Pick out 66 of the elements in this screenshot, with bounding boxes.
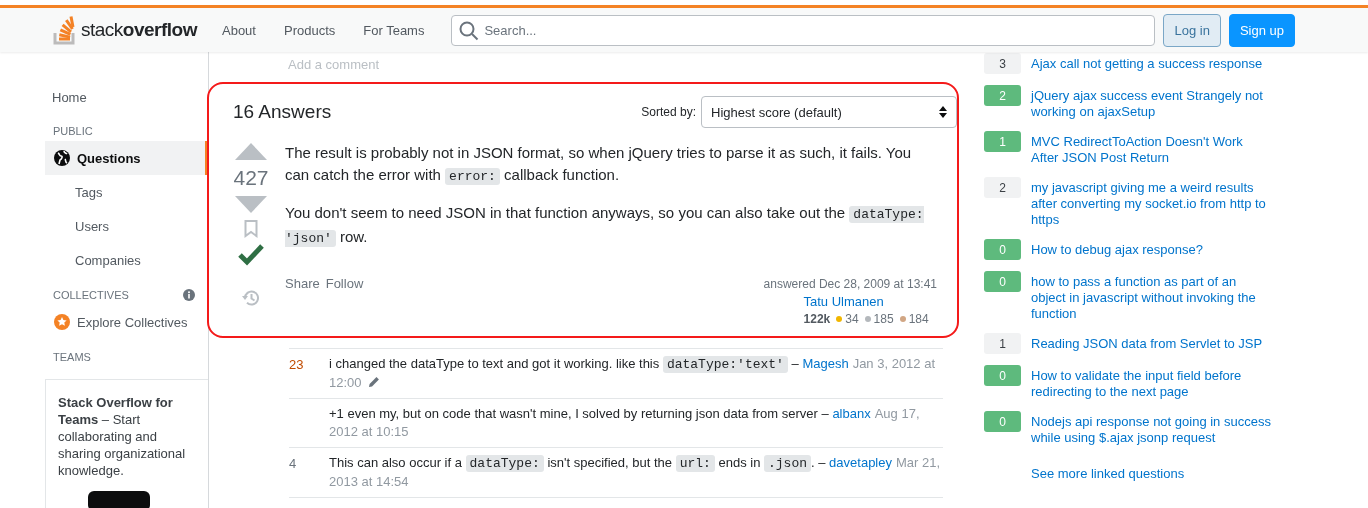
answer-count-badge: 0	[984, 411, 1021, 432]
author-link[interactable]: Tatu Ulmanen	[803, 294, 937, 309]
comment-text: This can also occur if a dataType: isn't specified, but the url: ends in .json . – davetapley Mar 21, 2013 at 14:54	[329, 454, 942, 491]
search-field[interactable]: Search...	[451, 14, 1156, 46]
comment-score: 4	[289, 455, 298, 473]
answer-count-badge: 0	[984, 271, 1021, 292]
answer-count-badge: 0	[984, 239, 1021, 260]
answers-count: 16 Answers	[233, 101, 332, 123]
sidebar-item[interactable]: Companies	[45, 243, 208, 277]
answer-count-badge: 3	[984, 53, 1021, 74]
downvote-icon[interactable]	[233, 196, 269, 214]
sidebar-item[interactable]: Questions	[45, 141, 208, 175]
signup-button[interactable]: Sign up	[1228, 13, 1295, 47]
teams-button[interactable]	[88, 491, 150, 508]
answer-count-badge: 0	[984, 365, 1021, 386]
linked-question-link[interactable]: How to debug ajax response?	[1031, 242, 1271, 258]
teams-promo-text: Stack Overflow for Teams – Start collaborating and sharing organizational knowledge.	[58, 394, 187, 479]
linked-question-link[interactable]: MVC RedirectToAction Doesn't Work After JSON Post Return	[1031, 134, 1271, 166]
reputation: 122k	[803, 312, 831, 326]
answer-count-badge: 1	[984, 333, 1021, 354]
user-link[interactable]: Magesh	[802, 356, 849, 371]
answer-count-badge: 2	[984, 85, 1021, 106]
linked-question-link[interactable]: Ajax call not getting a success response	[1031, 56, 1271, 72]
search-icon	[459, 20, 480, 41]
login-button[interactable]: Log in	[1163, 13, 1221, 47]
linked-question-link[interactable]: jQuery ajax success event Strangely not working on ajaxSetup	[1031, 88, 1271, 120]
linked-question-link[interactable]: how to pass a function as part of an object in javascript without invoking the function	[1031, 274, 1271, 322]
nav-link[interactable]: Products	[272, 16, 347, 44]
vote-count: 427	[233, 166, 269, 190]
globe-icon	[53, 149, 71, 167]
linked-question-link[interactable]: Nodejs api response not going in success while using $.ajax jsonp request	[1031, 414, 1271, 446]
sidebar-item[interactable]: Explore Collectives	[45, 305, 208, 339]
sidebar-item[interactable]: Users	[45, 209, 208, 243]
sort-caret-icon	[939, 106, 947, 118]
section-heading: TEAMS	[53, 351, 91, 363]
badge-count: 34	[845, 312, 859, 326]
comment-text: +1 even my, but on code that wasn't mine, I solved by returning json data from server – albanx Aug 17, 2012 at 10:15	[329, 405, 921, 441]
linked-question-link[interactable]: Reading JSON data from Servlet to JSP	[1031, 336, 1271, 352]
answered-date: answered Dec 28, 2009 at 13:41	[763, 277, 937, 291]
nav-link[interactable]: For Teams	[352, 16, 436, 44]
user-link[interactable]: davetapley	[829, 455, 892, 470]
sidebar-item[interactable]: Home	[0, 86, 208, 109]
history-icon[interactable]	[241, 288, 261, 308]
sort-select[interactable]: Highest score (default)	[701, 96, 957, 128]
bookmark-icon[interactable]	[244, 220, 258, 238]
post-action-link[interactable]: Share	[285, 276, 320, 291]
answer-count-badge: 2	[984, 177, 1021, 198]
badge-count: 185	[873, 312, 894, 326]
linked-question-link[interactable]: How to validate the input field before redirecting to the next page	[1031, 368, 1271, 400]
sort-label: Sorted by:	[641, 105, 696, 119]
nav-link[interactable]: About	[211, 16, 267, 44]
user-link[interactable]: albanx	[832, 406, 871, 421]
linked-question-link[interactable]: my javascript giving me a weird results after converting my socket.io from http to https	[1031, 180, 1271, 228]
badge-count: 184	[908, 312, 929, 326]
logo-text: stackoverflow	[81, 19, 197, 41]
answer-text: You don't seem to need JSON in that function anyways, so you can also take out the dataType: 'json' row.	[285, 203, 925, 249]
answer-count-badge: 1	[984, 131, 1021, 152]
section-heading: COLLECTIVES	[53, 289, 129, 301]
post-action-link[interactable]: Follow	[325, 276, 364, 291]
upvote-icon[interactable]	[233, 142, 269, 160]
answer-text: The result is probably not in JSON format, so when jQuery tries to parse it as such, it fails. You can catch the error with error: callback function.	[285, 143, 913, 187]
section-heading: PUBLIC	[53, 125, 93, 137]
comment-text: i changed the dataType to text and got it working. like this dataType:'text' – Magesh Jan 3, 2012 at 12:00	[329, 355, 937, 392]
sidebar-item[interactable]: Tags	[45, 175, 208, 209]
more-linked-link[interactable]: See more linked questions	[1031, 466, 1368, 481]
comment-score: 23	[289, 356, 305, 374]
